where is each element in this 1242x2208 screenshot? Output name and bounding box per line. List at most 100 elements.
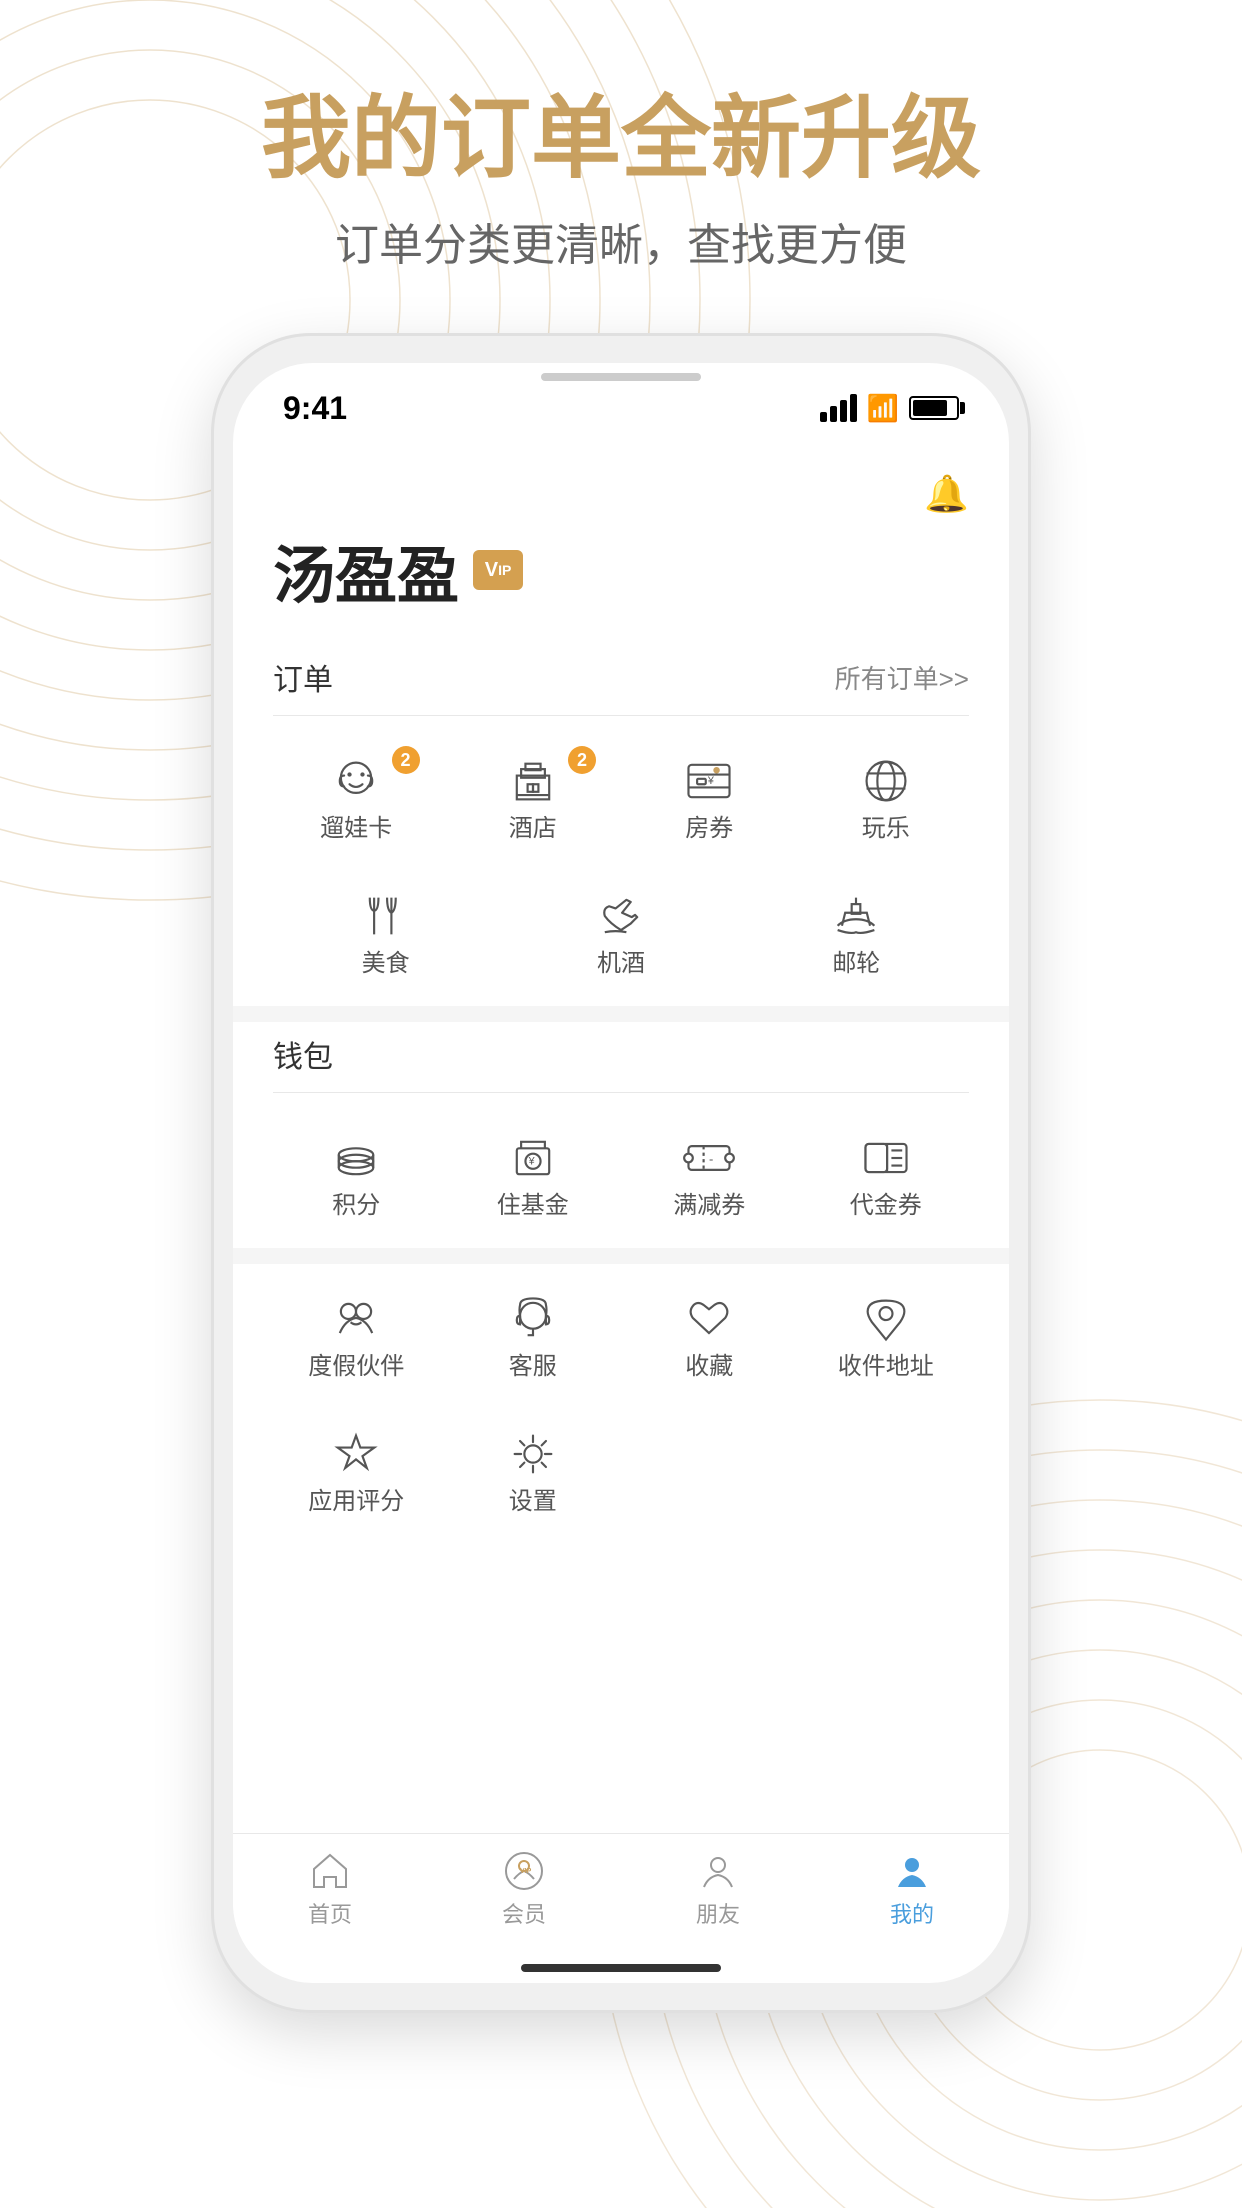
wallet-item-housing-fund[interactable]: ¥ 住基金 (450, 1113, 617, 1238)
order-label-baby-card: 遛娃卡 (320, 808, 392, 843)
services-row-1: 度假伙伴 客服 (273, 1274, 969, 1399)
home-bar (521, 1964, 721, 1972)
friends-nav-icon (696, 1849, 740, 1893)
svg-text:-: - (709, 1151, 713, 1166)
orders-link[interactable]: 所有订单>> (835, 659, 969, 696)
wallet-label-discount: 满减券 (673, 1185, 745, 1220)
order-item-cruise[interactable]: 邮轮 (744, 871, 969, 996)
service-label-partner: 度假伙伴 (308, 1346, 404, 1381)
top-title-area: 我的订单全新升级 订单分类更清晰，查找更方便 (261, 0, 981, 273)
service-label-settings: 设置 (509, 1481, 557, 1516)
service-item-favorites[interactable]: 收藏 (626, 1274, 793, 1399)
page-wrapper: 我的订单全新升级 订单分类更清晰，查找更方便 9:41 📶 (0, 0, 1242, 2208)
orders-row-2: 美食 机酒 (273, 871, 969, 996)
svg-text:¥: ¥ (707, 775, 715, 787)
nav-label-home: 首页 (308, 1897, 352, 1929)
order-label-cruise: 邮轮 (832, 943, 880, 978)
vip-badge: VIP (473, 550, 523, 590)
service-label-rating: 应用评分 (308, 1481, 404, 1516)
service-item-customer-service[interactable]: 客服 (450, 1274, 617, 1399)
orders-title: 订单 (273, 655, 333, 699)
order-label-room-voucher: 房券 (685, 808, 733, 843)
room-voucher-icon: ¥ (682, 754, 736, 808)
baby-card-icon (329, 754, 383, 808)
bottom-nav: 首页 VIP 会员 (233, 1833, 1009, 1953)
service-item-partner[interactable]: 度假伙伴 (273, 1274, 440, 1399)
nav-item-mine[interactable]: 我的 (890, 1849, 934, 1929)
svg-text:VIP: VIP (520, 1868, 532, 1875)
cruise-icon (829, 889, 883, 943)
signal-icon (820, 394, 857, 422)
hotel-icon (506, 754, 560, 808)
bell-icon[interactable]: 🔔 (924, 473, 969, 515)
discount-icon: - (682, 1131, 736, 1185)
service-item-address[interactable]: 收件地址 (803, 1274, 970, 1399)
order-item-play[interactable]: 玩乐 (803, 736, 970, 861)
order-item-flight-hotel[interactable]: 机酒 (508, 871, 733, 996)
voucher-icon (859, 1131, 913, 1185)
section-divider-1 (233, 1006, 1009, 1022)
order-label-flight-hotel: 机酒 (597, 943, 645, 978)
nav-label-mine: 我的 (890, 1897, 934, 1929)
badge-hotel: 2 (568, 746, 596, 774)
wallet-label-points: 积分 (332, 1185, 380, 1220)
username: 汤盈盈 (273, 525, 459, 615)
wallet-title: 钱包 (273, 1032, 333, 1076)
empty-slot-2 (803, 1409, 970, 1534)
status-icons: 📶 (820, 393, 959, 424)
section-divider-2 (233, 1248, 1009, 1264)
wallet-section-header: 钱包 (273, 1032, 969, 1093)
address-icon (859, 1292, 913, 1346)
order-label-play: 玩乐 (862, 808, 910, 843)
wallet-item-points[interactable]: 积分 (273, 1113, 440, 1238)
orders-row-1: 2 遛娃卡 2 (273, 736, 969, 861)
wallet-label-voucher: 代金券 (850, 1185, 922, 1220)
nav-label-friends: 朋友 (696, 1897, 740, 1929)
home-indicator (233, 1953, 1009, 1983)
screen-content[interactable]: 🔔 汤盈盈 VIP 订单 所有订单>> (233, 453, 1009, 1833)
page-subtitle: 订单分类更清晰，查找更方便 (261, 209, 981, 273)
wallet-grid: 积分 ¥ 住基金 (273, 1113, 969, 1238)
home-nav-icon (308, 1849, 352, 1893)
service-label-favorites: 收藏 (685, 1346, 733, 1381)
wallet-item-voucher[interactable]: 代金券 (803, 1113, 970, 1238)
service-item-settings[interactable]: 设置 (450, 1409, 617, 1534)
food-icon (359, 889, 413, 943)
phone-screen: 9:41 📶 🔔 (233, 363, 1009, 1983)
points-icon (329, 1131, 383, 1185)
service-item-rating[interactable]: 应用评分 (273, 1409, 440, 1534)
orders-section-header: 订单 所有订单>> (273, 655, 969, 716)
badge-baby-card: 2 (392, 746, 420, 774)
order-item-baby-card[interactable]: 2 遛娃卡 (273, 736, 440, 861)
service-label-customer-service: 客服 (509, 1346, 557, 1381)
order-item-hotel[interactable]: 2 酒店 (450, 736, 617, 861)
empty-slot-1 (626, 1409, 793, 1534)
member-nav-icon: VIP (502, 1849, 546, 1893)
nav-item-member[interactable]: VIP 会员 (502, 1849, 546, 1929)
service-label-address: 收件地址 (838, 1346, 934, 1381)
username-area: 汤盈盈 VIP (273, 525, 969, 615)
page-main-title: 我的订单全新升级 (261, 90, 981, 189)
housing-fund-icon: ¥ (506, 1131, 560, 1185)
status-time: 9:41 (283, 390, 347, 427)
order-item-food[interactable]: 美食 (273, 871, 498, 996)
order-label-hotel: 酒店 (509, 808, 557, 843)
phone-mockup: 9:41 📶 🔔 (211, 333, 1031, 2013)
status-bar: 9:41 📶 (233, 363, 1009, 453)
order-label-food: 美食 (362, 943, 410, 978)
battery-icon (909, 396, 959, 420)
bell-row: 🔔 (273, 473, 969, 515)
partner-icon (329, 1292, 383, 1346)
flight-hotel-icon (594, 889, 648, 943)
play-icon (859, 754, 913, 808)
wallet-item-discount[interactable]: - 满减券 (626, 1113, 793, 1238)
nav-item-friends[interactable]: 朋友 (696, 1849, 740, 1929)
svg-text:¥: ¥ (527, 1155, 535, 1167)
mine-nav-icon (890, 1849, 934, 1893)
wallet-label-housing-fund: 住基金 (497, 1185, 569, 1220)
nav-item-home[interactable]: 首页 (308, 1849, 352, 1929)
wifi-icon: 📶 (867, 393, 899, 424)
customer-service-icon (506, 1292, 560, 1346)
order-item-room-voucher[interactable]: ¥ 房券 (626, 736, 793, 861)
nav-label-member: 会员 (502, 1897, 546, 1929)
